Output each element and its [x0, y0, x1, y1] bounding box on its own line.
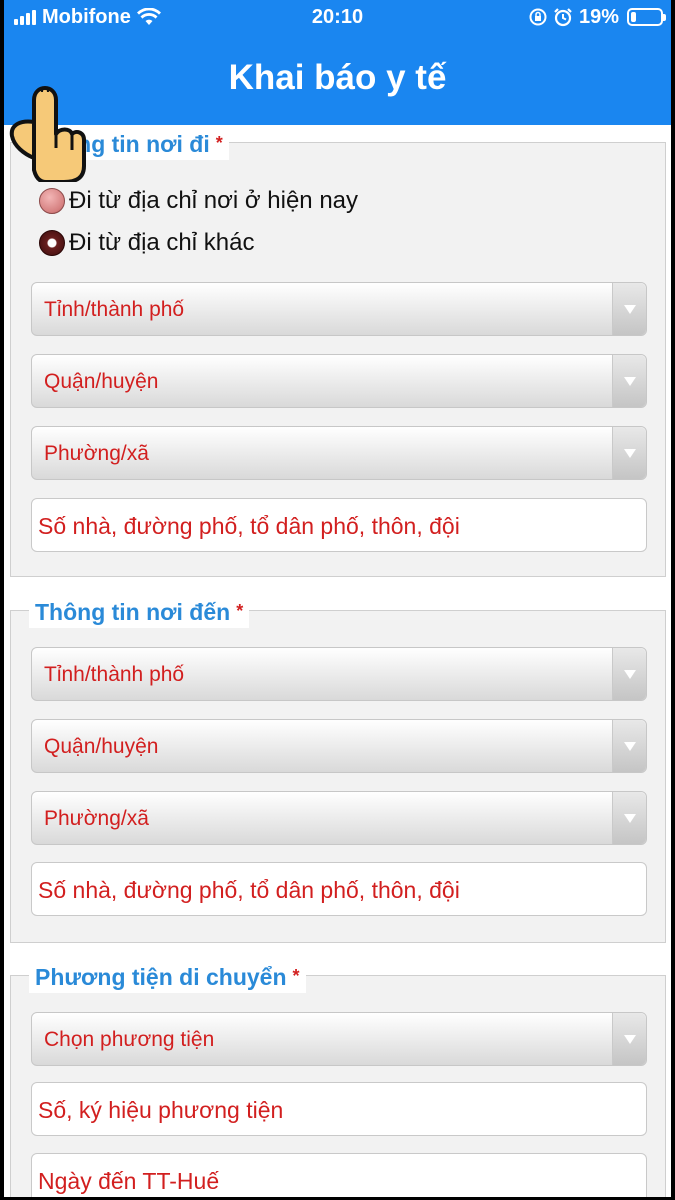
select-value: Tỉnh/thành phố: [44, 298, 185, 321]
dropdown-arrow-icon: [612, 1013, 646, 1065]
address-input[interactable]: Số nhà, đường phố, tổ dân phố, thôn, đội: [31, 498, 647, 552]
battery-level: [631, 12, 636, 22]
vehicle-select[interactable]: Chọn phương tiện: [31, 1012, 647, 1066]
select-value: Quận/huyện: [44, 370, 159, 393]
battery-percent: 19%: [578, 6, 619, 28]
input-placeholder: Số nhà, đường phố, tổ dân phố, thôn, đội: [38, 513, 460, 539]
section-legend: Phương tiện di chuyển *: [29, 960, 306, 993]
ward-select[interactable]: Phường/xã: [31, 426, 647, 480]
required-mark: *: [215, 133, 223, 153]
radio-button[interactable]: [39, 230, 65, 256]
required-mark: *: [292, 966, 300, 986]
input-placeholder: Số, ký hiệu phương tiện: [38, 1097, 284, 1123]
destination-info-section: Thông tin nơi đến * Tỉnh/thành phố Quận/h…: [10, 595, 666, 943]
radio-button[interactable]: [39, 188, 65, 214]
radio-current-address[interactable]: Đi từ địa chỉ nơi ở hiện nay: [39, 187, 358, 215]
radio-other-address[interactable]: Đi từ địa chỉ khác: [39, 229, 254, 257]
departure-info-section: Thông tin nơi đi * Đi từ địa chỉ nơi ở hi…: [10, 127, 666, 577]
select-value: Phường/xã: [44, 442, 149, 465]
status-right: 19%: [529, 5, 666, 29]
district-select[interactable]: Quận/huyện: [31, 719, 647, 773]
province-select[interactable]: Tỉnh/thành phố: [31, 282, 647, 336]
select-value: Chọn phương tiện: [44, 1028, 215, 1051]
ward-select[interactable]: Phường/xã: [31, 791, 647, 845]
dropdown-arrow-icon: [612, 427, 646, 479]
orientation-lock-icon: [529, 8, 547, 26]
input-placeholder: Số nhà, đường phố, tổ dân phố, thôn, đội: [38, 877, 460, 903]
select-value: Quận/huyện: [44, 735, 159, 758]
input-placeholder: Ngày đến TT-Huế: [38, 1168, 220, 1194]
section-legend: Thông tin nơi đến *: [29, 595, 250, 628]
page-title: Khai báo y tế: [228, 58, 447, 97]
alarm-icon: [554, 8, 572, 27]
arrival-date-input[interactable]: Ngày đến TT-Huế: [31, 1153, 647, 1197]
app-header: Mobifone 20:10 19% Khai báo y tế: [4, 0, 671, 125]
select-value: Phường/xã: [44, 807, 149, 830]
address-input[interactable]: Số nhà, đường phố, tổ dân phố, thôn, đội: [31, 862, 647, 916]
select-value: Tỉnh/thành phố: [44, 663, 185, 686]
dropdown-arrow-icon: [612, 792, 646, 844]
dropdown-arrow-icon: [612, 355, 646, 407]
phone-screen: Mobifone 20:10 19% Khai báo y tế Thông t…: [4, 0, 671, 1197]
radio-label: Đi từ địa chỉ nơi ở hiện nay: [69, 187, 359, 214]
section-title: Thông tin nơi đến: [35, 599, 231, 625]
radio-label: Đi từ địa chỉ khác: [69, 229, 255, 256]
dropdown-arrow-icon: [612, 720, 646, 772]
province-select[interactable]: Tỉnh/thành phố: [31, 647, 647, 701]
dropdown-arrow-icon: [612, 283, 646, 335]
required-mark: *: [236, 601, 244, 621]
district-select[interactable]: Quận/huyện: [31, 354, 647, 408]
transport-section: Phương tiện di chuyển * Chọn phương tiện …: [10, 960, 666, 1197]
section-title: Phương tiện di chuyển: [35, 964, 287, 990]
pointing-hand-icon: [9, 86, 86, 182]
vehicle-number-input[interactable]: Số, ký hiệu phương tiện: [31, 1082, 647, 1136]
dropdown-arrow-icon: [612, 648, 646, 700]
battery-icon: [627, 8, 666, 26]
